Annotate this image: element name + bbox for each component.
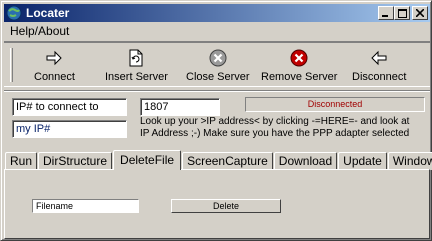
close-icon bbox=[416, 9, 424, 17]
info-line-1: Look up your >IP address< by clicking -=… bbox=[140, 116, 410, 127]
info-line-2: IP Address ;-) Make sure you have the PP… bbox=[140, 128, 410, 139]
remove-server-button[interactable]: Remove Server bbox=[261, 48, 337, 86]
window-title: Locater bbox=[26, 6, 70, 20]
toolbar-grip[interactable] bbox=[10, 48, 13, 82]
port-input[interactable]: 1807 bbox=[140, 98, 220, 116]
tab-screencapture[interactable]: ScreenCapture bbox=[182, 152, 273, 170]
tab-dirstructure[interactable]: DirStructure bbox=[38, 152, 113, 170]
toolbar: Connect Insert Server Close Server Remov… bbox=[4, 41, 430, 87]
disconnect-button[interactable]: Disconnect bbox=[352, 48, 406, 86]
tab-run[interactable]: Run bbox=[5, 152, 38, 170]
connect-label: Connect bbox=[34, 71, 75, 83]
arrow-left-icon bbox=[371, 50, 387, 66]
gray-x-circle-icon bbox=[209, 49, 227, 67]
tab-download[interactable]: Download bbox=[273, 152, 338, 170]
delete-button[interactable]: Delete bbox=[171, 199, 281, 213]
my-ip-input[interactable]: my IP# bbox=[12, 120, 127, 138]
remove-server-label: Remove Server bbox=[261, 71, 338, 83]
tab-deletefile[interactable]: DeleteFile bbox=[113, 150, 182, 170]
menu-help-about[interactable]: Help/About bbox=[4, 24, 75, 38]
insert-server-button[interactable]: Insert Server bbox=[105, 48, 168, 86]
globe-icon bbox=[6, 5, 22, 21]
deletefile-panel: Filename Delete bbox=[4, 169, 430, 239]
divider bbox=[4, 90, 430, 92]
tab-update[interactable]: Update bbox=[338, 152, 387, 170]
minimize-button[interactable] bbox=[378, 6, 394, 20]
insert-server-label: Insert Server bbox=[105, 71, 168, 83]
red-x-circle-icon bbox=[290, 49, 308, 67]
disconnect-label: Disconnect bbox=[352, 71, 407, 83]
tab-windows[interactable]: Windows bbox=[387, 152, 432, 170]
tab-strip: Run DirStructure DeleteFile ScreenCaptur… bbox=[5, 150, 432, 170]
maximize-button[interactable] bbox=[394, 6, 410, 20]
ip-input[interactable]: IP# to connect to bbox=[12, 98, 127, 116]
arrow-right-icon bbox=[46, 50, 63, 66]
maximize-icon bbox=[397, 8, 407, 18]
app-window: Locater Help/About Connect Insert Server… bbox=[0, 0, 432, 241]
close-server-button[interactable]: Close Server bbox=[186, 48, 250, 86]
title-bar[interactable]: Locater bbox=[4, 4, 430, 22]
close-server-label: Close Server bbox=[186, 71, 250, 83]
connection-status: Disconnected bbox=[245, 97, 425, 112]
document-refresh-icon bbox=[129, 49, 143, 67]
menu-bar: Help/About bbox=[4, 23, 75, 39]
connect-button[interactable]: Connect bbox=[34, 48, 75, 86]
filename-input[interactable]: Filename bbox=[32, 199, 139, 213]
close-window-button[interactable] bbox=[412, 6, 428, 20]
ip-lookup-info[interactable]: Look up your >IP address< by clicking -=… bbox=[140, 116, 430, 140]
minimize-icon bbox=[382, 15, 388, 17]
